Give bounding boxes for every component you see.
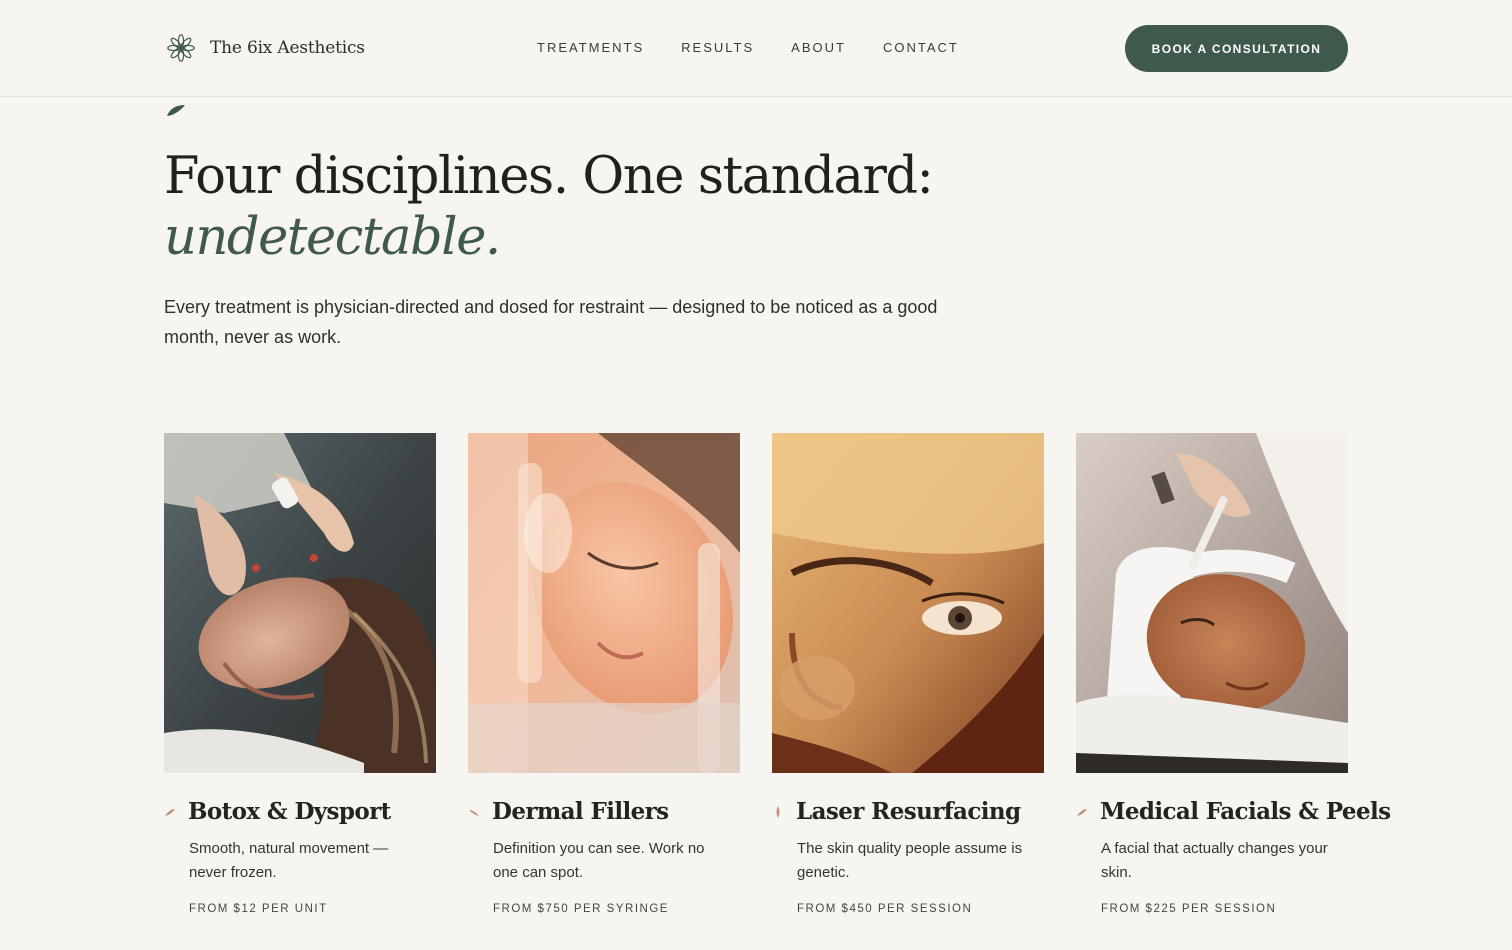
book-consultation-button[interactable]: BOOK A CONSULTATION (1125, 25, 1348, 72)
headline-accent: undetectable. (164, 208, 501, 267)
treatment-title: Laser Resurfacing (796, 798, 1021, 825)
treatment-description: Smooth, natural movement — never frozen. (189, 840, 389, 881)
main-nav: TREATMENTS RESULTS ABOUT CONTACT (537, 39, 959, 57)
leaf-icon (469, 810, 479, 816)
treatment-cards: Botox & Dysport Smooth, natural movement… (164, 433, 1391, 915)
section-headline: Four disciplines. One standard: undetect… (164, 146, 1064, 268)
treatment-card-facials[interactable]: Medical Facials & Peels A facial that ac… (1076, 433, 1391, 915)
leaf-icon (1077, 809, 1087, 816)
treatment-card-botox[interactable]: Botox & Dysport Smooth, natural movement… (164, 433, 436, 915)
leaf-icon (776, 806, 780, 818)
nav-link-about[interactable]: ABOUT (791, 39, 846, 57)
treatment-description: The skin quality people assume is geneti… (797, 840, 1023, 881)
treatment-photo (164, 433, 436, 773)
nav-link-treatments[interactable]: TREATMENTS (537, 39, 644, 57)
treatment-price: FROM $450 PER SESSION (797, 903, 973, 915)
laser-resurfacing-photo (772, 433, 1044, 773)
treatment-description: A facial that actually changes your skin… (1101, 840, 1328, 881)
treatment-card-laser[interactable]: Laser Resurfacing The skin quality peopl… (772, 433, 1044, 915)
dermal-fillers-photo (468, 433, 740, 773)
treatment-price: FROM $12 PER UNIT (189, 903, 328, 915)
treatment-card-fillers[interactable]: Dermal Fillers Definition you can see. W… (468, 433, 740, 915)
leaf-icon (165, 809, 175, 816)
botox-injection-photo (164, 433, 436, 773)
section-intro: Every treatment is physician-directed an… (164, 297, 938, 347)
headline-text: Four disciplines. One standard: (164, 147, 934, 206)
medical-facial-photo (1076, 433, 1348, 773)
treatment-photo (468, 433, 740, 773)
treatment-photo (1076, 433, 1348, 773)
brand-logo-link[interactable]: The 6ix Aesthetics (166, 32, 365, 64)
brand-name: The 6ix Aesthetics (210, 38, 365, 58)
treatment-title: Medical Facials & Peels (1100, 798, 1391, 825)
nav-link-results[interactable]: RESULTS (681, 39, 754, 57)
treatment-title: Dermal Fillers (492, 798, 669, 825)
leaf-icon (167, 105, 185, 116)
treatment-photo (772, 433, 1044, 773)
treatment-title: Botox & Dysport (188, 798, 391, 825)
site-header: The 6ix Aesthetics TREATMENTS RESULTS AB… (0, 0, 1512, 97)
nav-link-contact[interactable]: CONTACT (883, 39, 959, 57)
treatment-price: FROM $225 PER SESSION (1101, 903, 1277, 915)
treatment-description: Definition you can see. Work no one can … (493, 840, 705, 881)
treatment-price: FROM $750 PER SYRINGE (493, 903, 669, 915)
asterisk-flower-icon (167, 34, 195, 62)
